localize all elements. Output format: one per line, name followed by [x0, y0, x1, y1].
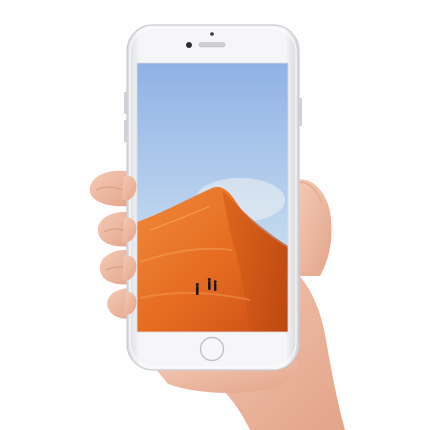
home-button[interactable]	[199, 336, 225, 362]
photo-scene	[0, 0, 430, 430]
proximity-sensor-icon	[210, 32, 214, 36]
front-camera-icon	[186, 42, 192, 48]
power-button	[299, 98, 302, 126]
earpiece-speaker	[198, 42, 226, 48]
volume-up-button	[124, 92, 127, 114]
volume-down-button	[124, 120, 127, 142]
phone-screen	[137, 63, 288, 332]
